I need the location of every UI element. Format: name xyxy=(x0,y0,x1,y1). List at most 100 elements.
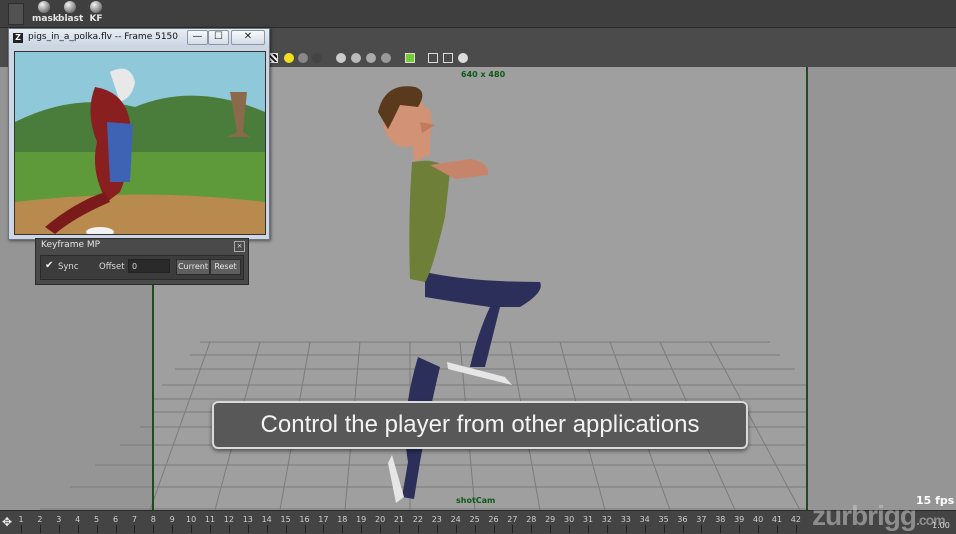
offset-field[interactable] xyxy=(128,259,170,273)
timeline-tick-label: 15 xyxy=(280,515,291,524)
video-frame[interactable] xyxy=(14,51,266,235)
timeline-tick xyxy=(399,525,400,533)
maximize-button[interactable]: ☐ xyxy=(208,30,229,45)
timeline-tick-label: 34 xyxy=(639,515,650,524)
timeline-tick-label: 1 xyxy=(18,515,24,524)
blast-shelf-button[interactable]: blast xyxy=(58,1,84,24)
timeline-tick xyxy=(512,525,514,533)
timeline-tick xyxy=(455,525,457,533)
xray-icon[interactable] xyxy=(428,53,438,63)
aa-icon[interactable] xyxy=(366,53,376,63)
timeline-tick xyxy=(266,525,268,533)
timeline-tick-label: 22 xyxy=(412,515,423,524)
shadow-icon[interactable] xyxy=(312,53,322,63)
timeline-tick-label: 26 xyxy=(488,515,499,524)
motion-blur-icon[interactable] xyxy=(351,53,361,63)
timeline-tick xyxy=(436,525,438,533)
dof-icon[interactable] xyxy=(381,53,391,63)
timeline-tick-label: 30 xyxy=(564,515,575,524)
close-button[interactable]: ✕ xyxy=(231,30,265,45)
watermark-suffix: .com xyxy=(916,512,946,528)
timeline-tick-label: 24 xyxy=(450,515,461,524)
shelf-button-label: mask xyxy=(32,14,59,24)
timeline-tick xyxy=(739,525,741,533)
timeline-tick xyxy=(304,525,306,533)
current-button[interactable]: Current xyxy=(176,259,210,275)
shelf-button-label: blast xyxy=(58,14,84,24)
timeline-tick xyxy=(228,525,230,533)
shaded-icon[interactable] xyxy=(298,53,308,63)
timeline-tick xyxy=(247,525,249,533)
share-icon[interactable] xyxy=(458,53,468,63)
caption-banner: Control the player from other applicatio… xyxy=(212,401,748,449)
timeline-tick-label: 14 xyxy=(261,515,272,524)
panel-close-icon[interactable]: × xyxy=(234,241,245,252)
timeline-tick xyxy=(720,525,722,533)
sphere-icon xyxy=(90,1,102,13)
timeline-tick-label: 8 xyxy=(150,515,156,524)
timeline-tick xyxy=(588,525,589,533)
timeline-tick xyxy=(172,525,174,533)
keyframe-mp-controls: ✔ Sync Offset Current Reset xyxy=(40,255,244,280)
timeline-tick xyxy=(417,525,419,533)
timeline-tick-label: 12 xyxy=(223,515,234,524)
kf-shelf-button[interactable]: KF xyxy=(84,1,108,24)
timeline-tick-label: 5 xyxy=(94,515,100,524)
xray-joints-icon[interactable] xyxy=(443,53,453,63)
timeline-tick-label: 13 xyxy=(242,515,253,524)
shelf-handle[interactable] xyxy=(8,3,24,25)
minimize-button[interactable]: — xyxy=(187,30,208,45)
timeline-tick-label: 38 xyxy=(715,515,726,524)
video-frame-image xyxy=(15,52,265,234)
timeline-tick xyxy=(210,525,211,533)
timeline-tick xyxy=(191,525,193,533)
movie-player-window[interactable]: Z pigs_in_a_polka.flv -- Frame 5150 — ☐ … xyxy=(8,28,270,240)
timeline-tick xyxy=(777,525,778,533)
light-icon[interactable] xyxy=(284,53,294,63)
ao-icon[interactable] xyxy=(336,53,346,63)
timeline-tick xyxy=(682,525,684,533)
timeline-tick xyxy=(115,525,117,533)
isolate-icon[interactable] xyxy=(405,53,415,63)
keyframe-mp-title: Keyframe MP xyxy=(41,240,101,250)
timeline-tick xyxy=(625,525,627,533)
resolution-gate-label: 640 x 480 xyxy=(461,70,506,79)
timeline-tick-label: 41 xyxy=(771,515,783,524)
timeline-tick xyxy=(77,525,79,533)
timeline-tick-label: 6 xyxy=(112,515,119,524)
timeline-tick-label: 33 xyxy=(620,515,631,524)
timeline-tick xyxy=(21,525,22,533)
timeline-tick-label: 29 xyxy=(545,515,556,524)
timeline-tick xyxy=(663,525,665,533)
timeline-tick-label: 2 xyxy=(37,515,43,524)
camera-name-label: shotCam xyxy=(456,496,496,505)
timeline-tick-label: 4 xyxy=(75,515,81,524)
timeline-tick xyxy=(323,525,325,533)
watermark-logo: zurbrigg.com xyxy=(812,500,946,532)
timeline-tick-label: 32 xyxy=(601,515,612,524)
mask-shelf-button[interactable]: mask xyxy=(32,1,59,24)
timeline-tick xyxy=(380,525,382,533)
sphere-icon xyxy=(64,1,76,13)
timeline-tick xyxy=(361,525,363,533)
timeline-tick xyxy=(701,525,703,533)
timeline-tick-label: 7 xyxy=(131,515,137,524)
timeline-tick xyxy=(531,525,533,533)
timeline-tick xyxy=(550,525,552,533)
reset-button[interactable]: Reset xyxy=(210,259,241,275)
sphere-icon xyxy=(38,1,50,13)
move-cursor-icon: ✥ xyxy=(2,515,13,529)
player-title-bar[interactable]: Z pigs_in_a_polka.flv -- Frame 5150 — ☐ … xyxy=(9,29,269,47)
keyframe-mp-panel: Keyframe MP × ✔ Sync Offset Current Rese… xyxy=(35,238,249,285)
shelf-bar: mask blast KF xyxy=(0,0,956,28)
timeline-tick-label: 10 xyxy=(186,515,197,524)
timeline-tick xyxy=(474,525,476,533)
timeline-tick xyxy=(96,525,98,533)
timeline-tick xyxy=(285,525,287,533)
timeline-tick xyxy=(153,525,155,533)
player-title: pigs_in_a_polka.flv -- Frame 5150 xyxy=(28,32,179,42)
sync-checkbox[interactable]: ✔ xyxy=(45,261,55,271)
timeline-tick-label: 23 xyxy=(431,515,442,524)
sync-label: Sync xyxy=(58,262,79,272)
timeline-tick-label: 31 xyxy=(582,515,594,524)
